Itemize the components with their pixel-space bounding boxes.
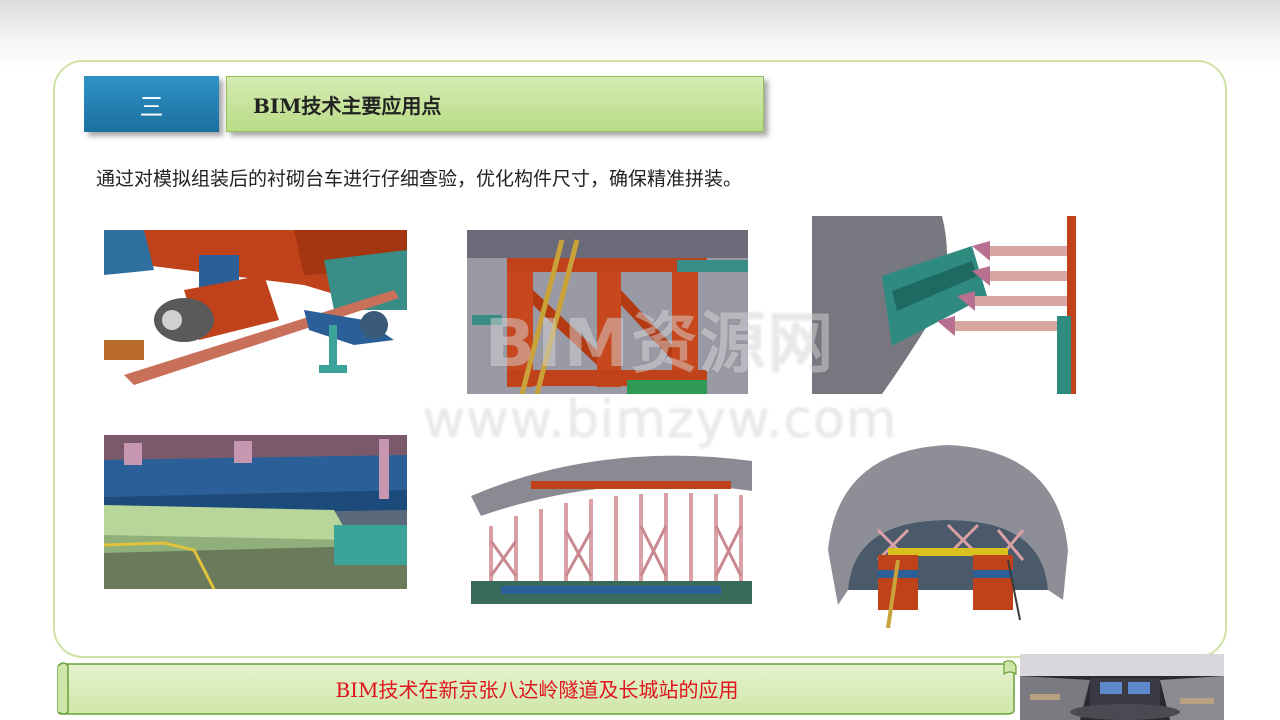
image-frame-ladder: [467, 230, 748, 394]
image-trolley-wheel: [104, 230, 407, 385]
image-hydraulic-jacks: [812, 216, 1076, 394]
section-title: BIM技术主要应用点: [226, 76, 764, 132]
footer-banner: BIM技术在新京张八达岭隧道及长城站的应用: [56, 660, 1018, 716]
image-beam-structure: [104, 435, 407, 589]
section-number: 三: [84, 76, 219, 132]
description-text: 通过对模拟组装后的衬砌台车进行仔细查验，优化构件尺寸，确保精准拼装。: [96, 168, 743, 190]
footer-banner-text: BIM技术在新京张八达岭隧道及长城站的应用: [335, 677, 739, 702]
image-arch-front: [808, 430, 1076, 628]
control-room-photo: [1020, 654, 1224, 720]
image-arch-side: [471, 431, 752, 604]
